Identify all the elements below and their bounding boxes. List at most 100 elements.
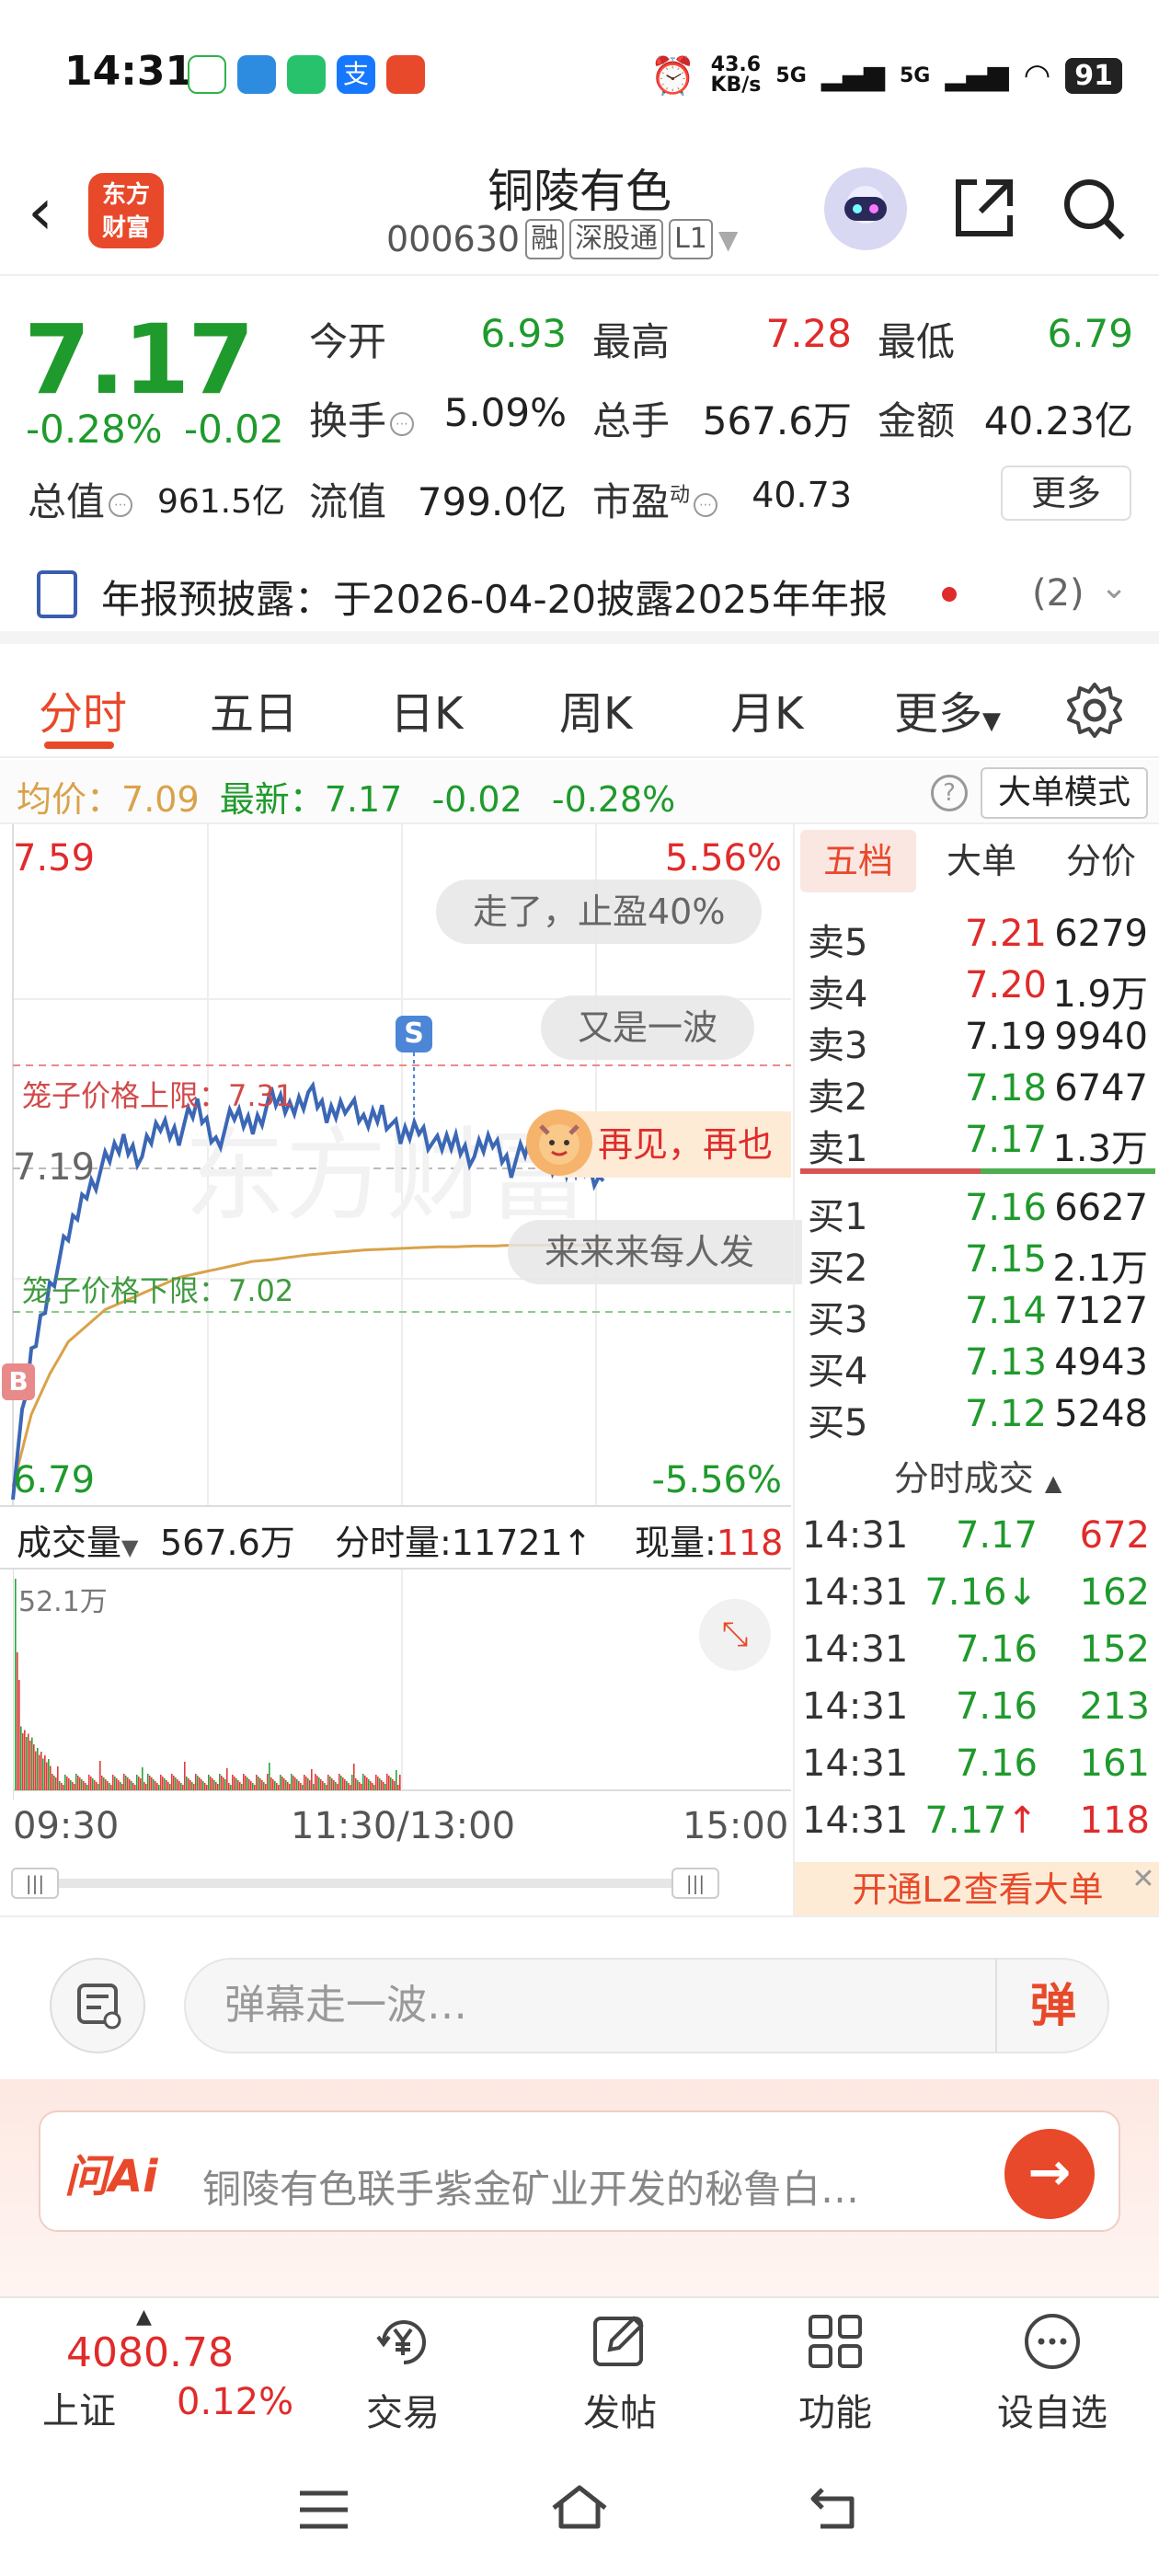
volume-bar bbox=[96, 1782, 98, 1790]
volume-bar bbox=[127, 1777, 129, 1790]
announcement-bar[interactable]: 年报预披露：于2026-04-20披露2025年年报 (2) ⌄ bbox=[0, 552, 1159, 644]
nav-trade[interactable]: 交易 bbox=[339, 2309, 467, 2436]
info-icon[interactable]: ⋯ bbox=[694, 492, 718, 517]
bid-row[interactable]: 买4 7.13 4943 bbox=[802, 1341, 1157, 1393]
tab-big-orders[interactable]: 大单 bbox=[924, 830, 1039, 892]
volume-bar bbox=[394, 1781, 396, 1790]
nav-add-watchlist[interactable]: 设自选 bbox=[988, 2309, 1117, 2436]
volume-label: 总手 bbox=[592, 398, 671, 443]
ask-row[interactable]: 卖3 7.19 9940 bbox=[802, 1016, 1157, 1067]
mktcap-label: 总值 ⋯ bbox=[28, 471, 136, 527]
robot-assistant-icon[interactable] bbox=[824, 167, 907, 250]
tab-price-dist[interactable]: 分价 bbox=[1043, 830, 1159, 892]
chart-range-slider[interactable]: ||| ||| bbox=[11, 1864, 784, 1901]
tab-daily-k[interactable]: 日K bbox=[390, 677, 463, 742]
volume-bar bbox=[267, 1774, 269, 1790]
ask-row[interactable]: 卖4 7.20 1.9万 bbox=[802, 964, 1157, 1016]
ask-row[interactable]: 卖5 7.21 6279 bbox=[802, 913, 1157, 964]
volume-bar bbox=[151, 1777, 153, 1790]
chevron-down-icon[interactable]: ⌄ bbox=[1100, 569, 1128, 606]
danmaku-bubble[interactable]: 走了，止盈40% bbox=[436, 880, 763, 944]
trades-title[interactable]: 分时成交 ▲ bbox=[795, 1450, 1159, 1501]
big-order-mode-button[interactable]: 大单模式 bbox=[981, 767, 1148, 819]
network-app-icon bbox=[188, 55, 226, 94]
expand-icon[interactable]: ⤡ bbox=[699, 1599, 771, 1671]
share-icon[interactable] bbox=[949, 173, 1019, 243]
danmaku-bubble[interactable]: 来来来每人发 bbox=[508, 1220, 802, 1284]
volume-bar bbox=[189, 1780, 191, 1790]
danmaku-bubble[interactable]: 又是一波 bbox=[541, 995, 755, 1060]
grid-icon bbox=[809, 2315, 862, 2368]
nav-post[interactable]: 发帖 bbox=[556, 2309, 684, 2436]
bid-row[interactable]: 买5 7.12 5248 bbox=[802, 1393, 1157, 1444]
volume-selector[interactable]: 成交量▼ bbox=[17, 1514, 138, 1565]
l2-upgrade-banner[interactable]: 开通L2查看大单 bbox=[795, 1862, 1159, 1917]
avg-price-line: 均价：7.09 最新：7.17 -0.02 -0.28% bbox=[17, 771, 675, 822]
help-icon[interactable]: ? bbox=[931, 775, 968, 811]
tab-weekly-k[interactable]: 周K bbox=[559, 677, 632, 742]
volume-bar bbox=[397, 1785, 399, 1790]
tab-more[interactable]: 更多▼ bbox=[894, 677, 1001, 742]
sell-signal-marker[interactable]: S bbox=[396, 1016, 432, 1052]
bid-row[interactable]: 买1 7.16 6627 bbox=[802, 1187, 1157, 1238]
nav-functions[interactable]: 功能 bbox=[771, 2309, 900, 2436]
info-icon[interactable]: ⋯ bbox=[109, 492, 133, 517]
ask-ai-box[interactable]: 问Ai 铜陵有色联手紫金矿业开发的秘鲁白… → bbox=[39, 2110, 1120, 2232]
info-icon[interactable]: ⋯ bbox=[390, 411, 415, 436]
back-icon[interactable] bbox=[806, 2482, 865, 2534]
bid-row[interactable]: 买2 7.15 2.1万 bbox=[802, 1238, 1157, 1290]
volume-bar bbox=[175, 1777, 177, 1790]
volume-bar bbox=[370, 1781, 372, 1790]
signal-2-icon: ▂▄▆ bbox=[945, 59, 1009, 92]
float-value: 799.0亿 bbox=[417, 479, 567, 524]
volume-bar bbox=[57, 1766, 59, 1790]
tab-five-day[interactable]: 五日 bbox=[210, 677, 298, 742]
system-nav-bar bbox=[0, 2444, 1159, 2576]
dropdown-caret-icon: ▼ bbox=[717, 224, 739, 255]
buy-signal-marker[interactable]: B bbox=[2, 1363, 35, 1400]
gear-icon[interactable] bbox=[1065, 681, 1124, 740]
ask-row[interactable]: 卖2 7.18 6747 bbox=[802, 1067, 1157, 1119]
trade-price: 7.16 bbox=[955, 1628, 1038, 1671]
tab-monthly-k[interactable]: 月K bbox=[730, 677, 803, 742]
bid-row[interactable]: 买3 7.14 7127 bbox=[802, 1290, 1157, 1341]
stock-code-row[interactable]: 000630 融 深股通 L1 ▼ bbox=[386, 219, 738, 259]
ask-row[interactable]: 卖1 7.17 1.3万 bbox=[802, 1119, 1157, 1170]
close-icon[interactable]: ✕ bbox=[1128, 1864, 1159, 1895]
slider-left-handle[interactable]: ||| bbox=[11, 1868, 59, 1899]
volume-bar bbox=[140, 1778, 142, 1790]
volume-bar bbox=[320, 1779, 322, 1790]
slider-right-handle[interactable]: ||| bbox=[671, 1868, 719, 1899]
send-danmaku-button[interactable]: 弹 bbox=[995, 1958, 1109, 2053]
volume-bar bbox=[18, 1680, 20, 1790]
volume-bar bbox=[285, 1780, 287, 1790]
volume-bar bbox=[20, 1726, 22, 1790]
intraday-chart[interactable]: 东方财富 7.59 5.56% 7.19 6.79 -5.56% 笼子价格上限：… bbox=[0, 824, 802, 1505]
danmaku-input[interactable]: 弹幕走一波… bbox=[184, 1958, 1109, 2053]
volume-bar bbox=[248, 1779, 250, 1790]
volume-bar bbox=[81, 1779, 83, 1790]
volume-bar bbox=[153, 1779, 155, 1790]
volume-total: 567.6万 bbox=[160, 1523, 295, 1563]
more-circle-icon bbox=[1025, 2314, 1080, 2369]
last-value: 7.17 bbox=[324, 779, 403, 820]
volume-bar bbox=[53, 1776, 55, 1790]
volume-bar bbox=[191, 1782, 193, 1790]
arrow-right-icon[interactable]: → bbox=[1004, 2129, 1095, 2219]
volume-bar bbox=[55, 1777, 57, 1790]
volume-bar bbox=[372, 1783, 373, 1790]
volume-bar bbox=[92, 1778, 94, 1790]
volume-bar bbox=[265, 1784, 267, 1790]
comment-settings-icon[interactable] bbox=[50, 1958, 145, 2053]
more-button[interactable]: 更多 bbox=[1001, 466, 1131, 521]
tab-intraday[interactable]: 分时 bbox=[39, 677, 127, 742]
home-icon[interactable] bbox=[546, 2480, 613, 2536]
tab-five-levels[interactable]: 五档 bbox=[800, 830, 916, 892]
search-icon[interactable] bbox=[1058, 173, 1128, 243]
ask-price: 7.17 bbox=[964, 1119, 1047, 1161]
announcement-count: (2) bbox=[1032, 572, 1084, 615]
time-axis-start: 09:30 bbox=[13, 1805, 120, 1847]
menu-icon[interactable] bbox=[294, 2484, 353, 2536]
index-ticker[interactable]: ▲ 4080.78 上证 0.12% bbox=[0, 2298, 304, 2445]
change-amount: -0.02 bbox=[184, 407, 284, 452]
